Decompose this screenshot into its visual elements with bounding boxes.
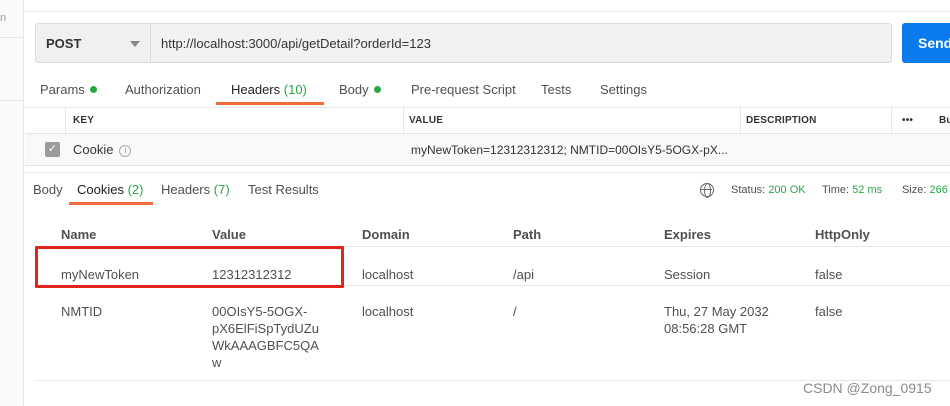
cookie-expires-line: 08:56:28 GMT — [664, 321, 748, 336]
column-httponly: HttpOnly — [815, 227, 870, 242]
column-key: KEY — [73, 115, 95, 126]
top-tab-bar — [25, 0, 950, 12]
tab-label: Params — [40, 82, 85, 97]
tab-label: Headers — [161, 182, 211, 197]
status-value: 200 OK — [768, 184, 806, 196]
tab-tests[interactable]: Tests — [541, 82, 571, 97]
header-key-text: Cookie — [73, 142, 114, 157]
table-row[interactable]: NMTID 00OIsY5-5OGX- pX6ElFiSpTydUZu WkAA… — [35, 287, 950, 381]
column-value: VALUE — [409, 115, 444, 126]
tab-headers[interactable]: Headers (10) — [231, 82, 307, 97]
sidebar-fragment: n — [0, 12, 7, 24]
cookie-httponly: false — [815, 267, 843, 282]
sidebar-strip: n — [0, 0, 24, 406]
cookies-table-header: Name Value Domain Path Expires HttpOnly — [35, 222, 950, 247]
status-dot-icon — [89, 86, 97, 93]
tab-authorization[interactable]: Authorization — [125, 82, 201, 97]
column-expires: Expires — [664, 227, 711, 242]
url-input[interactable]: http://localhost:3000/api/getDetail?orde… — [151, 23, 892, 63]
tab-label: Headers — [231, 82, 281, 97]
column-value: Value — [212, 227, 246, 242]
tab-test-results[interactable]: Test Results — [248, 182, 319, 197]
cookie-value-line: pX6ElFiSpTydUZu — [212, 321, 319, 336]
cookie-expires: Thu, 27 May 2032 08:56:28 GMT — [664, 303, 794, 337]
column-path: Path — [513, 227, 542, 242]
cookie-httponly: false — [815, 304, 843, 319]
size-info[interactable]: Size: 266 — [902, 184, 948, 196]
cookie-name: NMTID — [61, 304, 103, 319]
request-tabs: Params Authorization Headers (10) Body P… — [25, 80, 950, 104]
header-key[interactable]: Cookie i — [73, 142, 132, 157]
time-label: Time: — [822, 184, 850, 196]
method-select[interactable]: POST — [35, 23, 151, 63]
time-value: 52 ms — [852, 184, 883, 196]
cookie-value-line: WkAAAGBFC5QA — [212, 338, 319, 353]
chevron-down-icon — [130, 41, 140, 47]
active-tab-indicator — [216, 102, 324, 105]
bulk-edit-link[interactable]: Bu — [939, 115, 950, 126]
cookie-expires-line: Thu, 27 May 2032 — [664, 304, 769, 319]
column-name: Name — [61, 227, 97, 242]
main-panel: POST http://localhost:3000/api/getDetail… — [25, 0, 950, 406]
method-label: POST — [46, 36, 82, 51]
size-label: Size: — [902, 184, 927, 196]
size-value: 266 — [929, 184, 948, 196]
header-value[interactable]: myNewToken=12312312312; NMTID=00OIsY5-5O… — [411, 143, 728, 157]
column-domain: Domain — [362, 227, 410, 242]
cookie-value-line: 00OIsY5-5OGX- — [212, 304, 308, 319]
active-tab-indicator — [69, 202, 153, 205]
tab-params[interactable]: Params — [40, 82, 97, 97]
tab-response-cookies[interactable]: Cookies (2) — [77, 182, 143, 197]
status-info[interactable]: Status: 200 OK — [731, 184, 806, 196]
cookie-path: /api — [513, 267, 534, 282]
cookie-value: 00OIsY5-5OGX- pX6ElFiSpTydUZu WkAAAGBFC5… — [212, 303, 332, 371]
sidebar-divider — [0, 37, 24, 38]
column-description: DESCRIPTION — [746, 115, 817, 126]
tab-body[interactable]: Body — [339, 82, 381, 97]
send-button[interactable]: Send — [902, 23, 950, 63]
cookie-value-line: w — [212, 355, 222, 370]
headers-table: KEY VALUE DESCRIPTION ••• Bu ✓ Cookie i m… — [25, 107, 950, 167]
tab-response-headers[interactable]: Headers (7) — [161, 182, 230, 197]
status-dot-icon — [373, 86, 381, 93]
time-info[interactable]: Time: 52 ms — [822, 184, 882, 196]
tab-response-body[interactable]: Body — [33, 182, 63, 197]
watermark: CSDN @Zong_0915 — [803, 380, 932, 396]
highlight-box — [35, 246, 344, 288]
response-divider[interactable] — [25, 172, 950, 173]
tab-count: (2) — [127, 182, 144, 197]
cookie-domain: localhost — [362, 304, 414, 319]
tab-count: (10) — [283, 82, 307, 97]
tab-count: (7) — [213, 182, 230, 197]
tab-label: Cookies — [77, 182, 124, 197]
column-divider — [891, 107, 892, 134]
cookie-path: / — [513, 304, 517, 319]
cookie-expires: Session — [664, 267, 711, 282]
tab-label: Body — [339, 82, 369, 97]
info-icon[interactable]: i — [119, 145, 132, 157]
row-checkbox[interactable]: ✓ — [45, 142, 60, 157]
more-options-icon[interactable]: ••• — [902, 115, 913, 126]
tab-pre-request-script[interactable]: Pre-request Script — [411, 82, 516, 97]
globe-icon[interactable] — [700, 183, 714, 198]
cookie-domain: localhost — [362, 267, 414, 282]
table-row: ✓ Cookie i myNewToken=12312312312; NMTID=… — [25, 134, 950, 166]
sidebar-divider — [0, 100, 24, 101]
tab-settings[interactable]: Settings — [600, 82, 647, 97]
response-tabs: Body Cookies (2) Headers (7) Test Result… — [25, 182, 950, 206]
status-label: Status: — [731, 184, 766, 196]
headers-table-header: KEY VALUE DESCRIPTION ••• Bu — [25, 107, 950, 134]
